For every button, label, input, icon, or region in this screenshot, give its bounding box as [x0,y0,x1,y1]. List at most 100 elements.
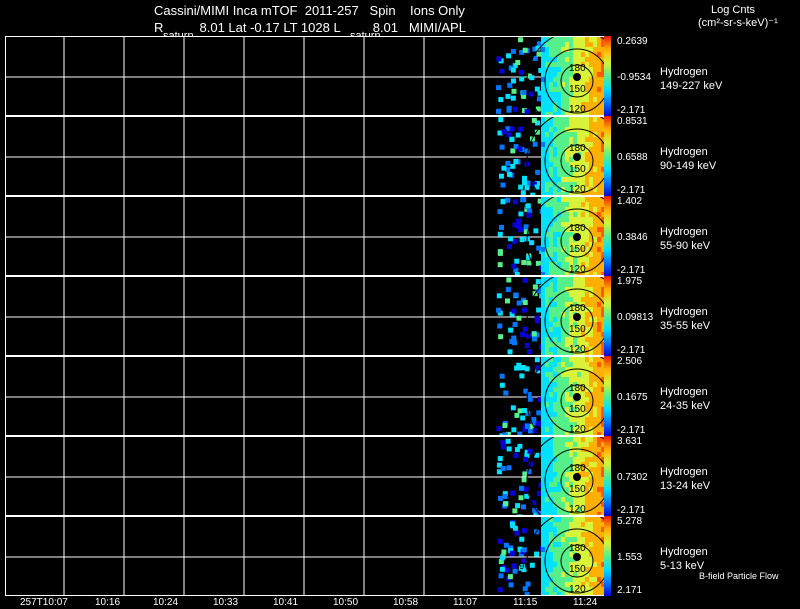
data-pixel [514,530,520,536]
units-line1: Log Cnts [711,4,756,16]
heat-cell [573,287,578,293]
heat-cell [573,257,578,263]
heat-cell [541,517,546,523]
colorbar [604,36,611,116]
data-pixel [514,412,520,418]
energy-panel: 180 150 120 [5,276,611,356]
heat-cell [545,537,550,543]
data-pixel [516,218,522,224]
heat-cell [553,92,558,98]
ring-label: 120 [569,424,586,435]
heat-cell [557,547,562,553]
colorbar [604,196,611,276]
data-pixel [510,148,516,154]
heat-cell [549,42,554,48]
heat-cell [565,277,570,283]
heat-cell [597,332,602,338]
data-pixel [523,456,529,462]
heat-cell [561,177,566,183]
heat-cell [581,97,586,103]
heat-cell [553,462,558,468]
heat-cell [585,212,590,218]
heat-cell [577,532,582,538]
heat-cell [557,247,562,253]
data-pixel [499,144,505,150]
heat-cell [593,447,598,453]
heat-cell [593,362,598,368]
heat-cell [589,177,594,183]
heat-cell [569,337,574,343]
heat-cell [581,497,586,503]
heat-cell [597,227,602,233]
data-pixel [505,93,511,99]
energy-panel: 180 150 120 [5,436,611,516]
heat-cell [557,67,562,73]
heat-cell [597,392,602,398]
heat-cell [593,202,598,208]
data-pixel [522,299,528,305]
heat-cell [569,532,574,538]
heat-cell [593,327,598,333]
heat-cell [593,122,598,128]
ring-label: 120 [569,184,586,195]
heat-cell [557,232,562,238]
heat-cell [541,97,546,103]
heat-cell [557,287,562,293]
heat-cell [557,467,562,473]
panel-plot: 180 150 120 [6,117,610,195]
heat-cell [597,222,602,228]
heat-cell [553,517,558,523]
heat-cell [561,537,566,543]
heat-cell [553,177,558,183]
heat-cell [585,522,590,528]
heat-cell [541,217,546,223]
panel-plot: 180 150 120 [6,357,610,435]
heat-cell [553,187,558,193]
colorbar-min: -2.171 [617,105,646,116]
heat-cell [553,402,558,408]
heat-cell [593,397,598,403]
energy-panel: 180 150 120 [5,36,611,116]
colorbar-mid: 0.09813 [617,312,654,323]
heat-cell [593,552,598,558]
heat-cell [553,122,558,128]
heat-cell [561,462,566,468]
heat-cell [593,462,598,468]
heat-cell [589,277,594,283]
heat-cell [577,442,582,448]
heat-cell [577,42,582,48]
data-pixel [518,69,524,75]
heat-cell [561,282,566,288]
heat-cell [585,317,590,323]
heat-cell [545,297,550,303]
heat-cell [589,502,594,508]
heat-cell [565,197,570,203]
heat-cell [585,497,590,503]
heat-cell [541,437,546,443]
heat-cell [549,202,554,208]
heat-cell [565,337,570,343]
data-pixel [529,240,535,246]
colorbar-max: 0.8531 [617,116,648,127]
heat-cell [573,47,578,53]
heat-cell [557,312,562,318]
heat-cell [589,197,594,203]
heat-cell [593,302,598,308]
heat-cell [597,462,602,468]
heat-cell [541,147,546,153]
heat-cell [553,467,558,473]
heat-cell [581,137,586,143]
heat-cell [545,207,550,213]
heat-cell [573,517,578,523]
colorbar-max: 2.506 [617,356,643,367]
heat-cell [585,577,590,583]
heat-cell [549,322,554,328]
heat-cell [545,187,550,193]
heat-cell [565,457,570,463]
heat-cell [585,362,590,368]
heat-cell [553,152,558,158]
data-pixel [525,423,531,429]
heat-cell [557,252,562,258]
heat-cell [593,312,598,318]
heat-cell [573,177,578,183]
